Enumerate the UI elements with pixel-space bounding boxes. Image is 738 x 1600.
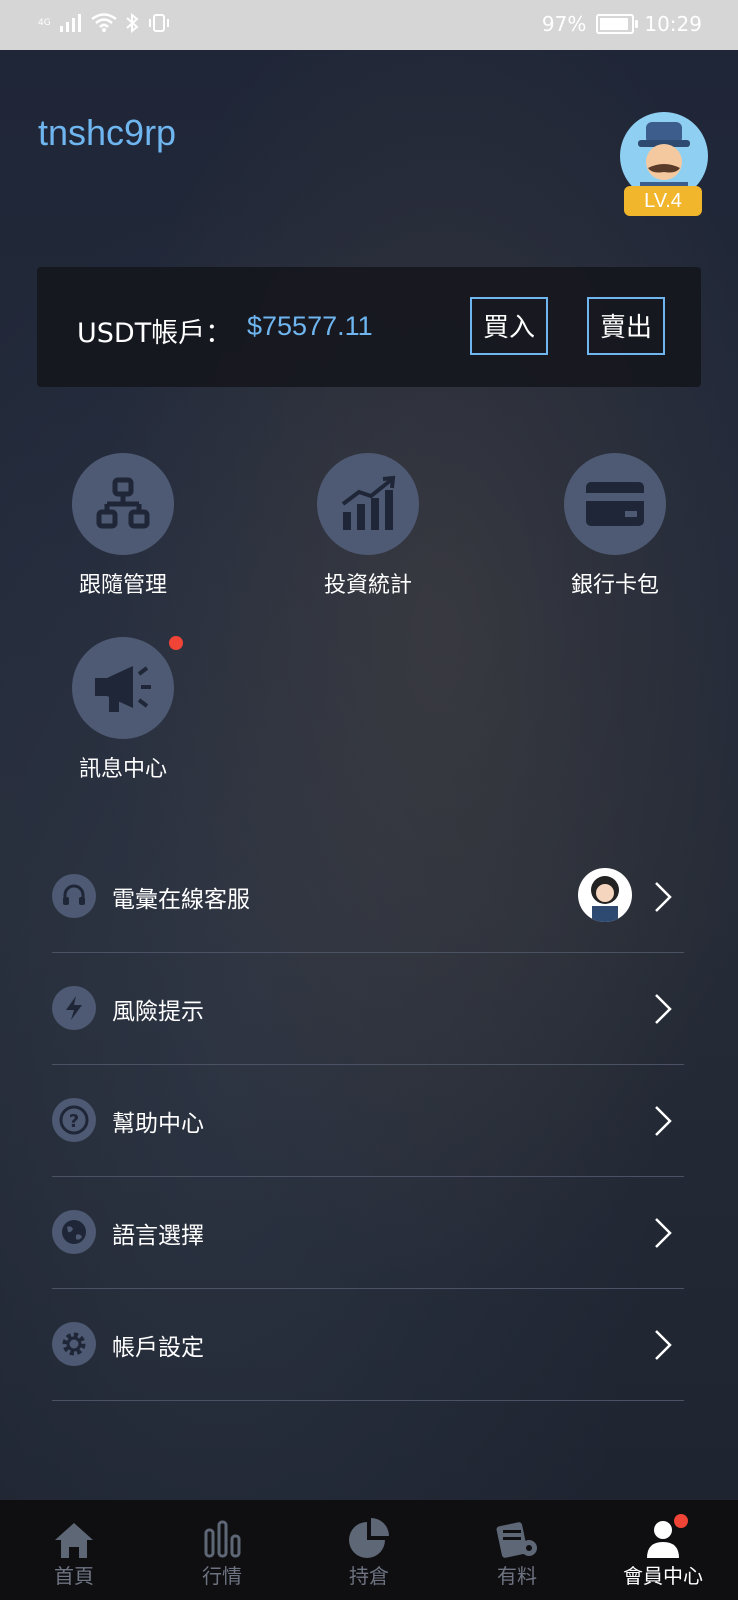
tab-home[interactable]: 首頁 <box>14 1510 134 1589</box>
pie-icon <box>349 1518 389 1558</box>
menu-item-risk-notice[interactable]: 風險提示 <box>52 952 684 1065</box>
username: tnshc9rp <box>38 112 177 153</box>
grid-icon-circle <box>72 637 174 739</box>
grid-label: 銀行卡包 <box>570 573 659 598</box>
grid-item-investment-stats[interactable]: 投資統計 <box>293 453 443 599</box>
buy-button[interactable]: 買入 <box>470 297 548 355</box>
chevron-right-icon <box>655 994 672 1024</box>
chevron-right-icon <box>655 1218 672 1248</box>
headset-icon <box>52 874 96 918</box>
grid-item-follow-management[interactable]: 跟隨管理 <box>48 453 198 599</box>
menu-item-customer-service[interactable]: 電彙在線客服 <box>52 840 684 953</box>
status-icons: 4G <box>38 13 171 33</box>
sell-button[interactable]: 賣出 <box>587 297 665 355</box>
grid-item-bank-cards[interactable]: 銀行卡包 <box>540 453 690 599</box>
account-label: USDT帳戶： <box>77 318 233 349</box>
menu-label: 幫助中心 <box>112 1111 204 1137</box>
clock: 10:29 <box>644 12 702 36</box>
signal-icon <box>59 14 81 32</box>
bar-chart-icon <box>341 475 396 530</box>
grid-icon-circle <box>317 453 419 555</box>
notification-dot <box>169 636 183 650</box>
tab-label: 首頁 <box>54 1564 94 1588</box>
status-bar: 4G 97% 10:29 <box>0 0 738 50</box>
bottom-tab-bar: 首頁 行情 持倉 有料 會員中心 <box>0 1500 738 1600</box>
question-icon: ? <box>52 1098 96 1142</box>
tab-label: 有料 <box>497 1564 537 1588</box>
org-chart-icon <box>96 477 150 529</box>
status-right: 97% 10:29 <box>542 12 702 36</box>
grid-label: 訊息中心 <box>78 757 167 782</box>
menu-label: 風險提示 <box>112 999 204 1025</box>
account-balance: $75577.11 <box>247 311 373 341</box>
megaphone-icon <box>95 666 151 712</box>
tab-market[interactable]: 行情 <box>162 1510 282 1589</box>
chevron-right-icon <box>655 1330 672 1360</box>
wifi-icon <box>90 13 117 32</box>
menu-label: 語言選擇 <box>112 1223 204 1249</box>
chart-bars-icon <box>204 1520 241 1558</box>
battery-percent: 97% <box>541 12 587 36</box>
menu-item-language[interactable]: 語言選擇 <box>52 1176 684 1289</box>
grid-icon-circle <box>564 453 666 555</box>
credit-card-icon <box>586 482 644 526</box>
grid-item-message-center[interactable]: 訊息中心 <box>48 637 198 783</box>
docs-gear-icon <box>496 1522 537 1558</box>
lightning-icon <box>52 986 96 1030</box>
tab-label: 持倉 <box>349 1564 389 1588</box>
gear-icon <box>52 1322 96 1366</box>
menu-item-help-center[interactable]: ? 幫助中心 <box>52 1064 684 1177</box>
svg-text:?: ? <box>69 1111 79 1132</box>
chevron-right-icon <box>655 882 672 912</box>
grid-label: 跟隨管理 <box>78 573 167 598</box>
tab-label: 行情 <box>202 1564 242 1588</box>
chevron-right-icon <box>655 1106 672 1136</box>
network-label: 4G <box>38 18 51 28</box>
home-icon <box>55 1523 93 1558</box>
menu-label: 電彙在線客服 <box>112 887 250 913</box>
vibrate-icon <box>148 14 169 32</box>
tab-notification-dot <box>674 1514 688 1528</box>
tab-insights[interactable]: 有料 <box>457 1510 577 1589</box>
level-badge: LV.4 <box>624 186 702 216</box>
tab-member-center[interactable]: 會員中心 <box>603 1510 723 1589</box>
menu-label: 帳戶設定 <box>112 1335 204 1361</box>
globe-icon <box>52 1210 96 1254</box>
tab-positions[interactable]: 持倉 <box>309 1510 429 1589</box>
menu-item-account-settings[interactable]: 帳戶設定 <box>52 1288 684 1401</box>
grid-icon-circle <box>72 453 174 555</box>
tab-label: 會員中心 <box>623 1564 703 1588</box>
bluetooth-icon <box>126 13 139 33</box>
battery-icon <box>596 14 639 34</box>
agent-avatar <box>578 868 632 922</box>
account-card: USDT帳戶： $75577.11 買入 賣出 <box>37 267 701 387</box>
grid-label: 投資統計 <box>323 573 412 598</box>
